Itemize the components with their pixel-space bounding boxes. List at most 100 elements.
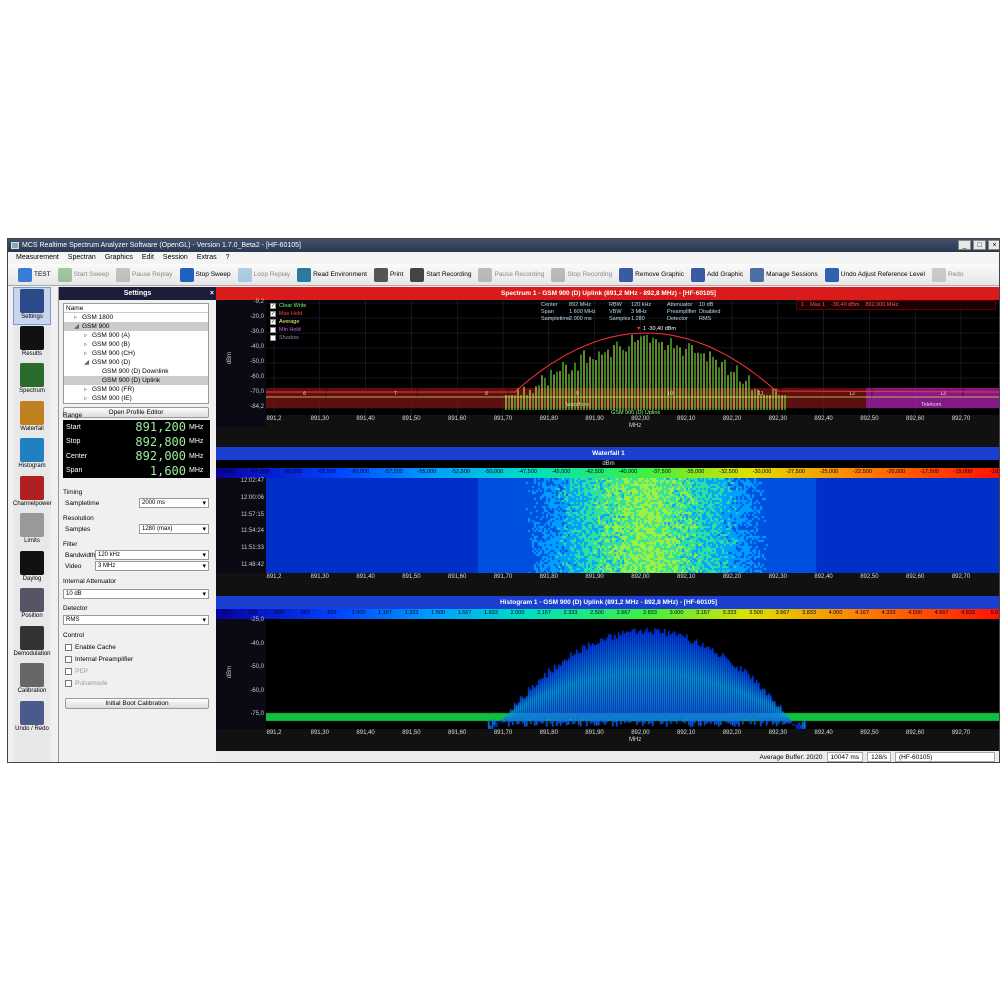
menu-session[interactable]: Session bbox=[163, 252, 188, 264]
sidebar-item-channelpower[interactable]: Channelpower bbox=[13, 475, 51, 513]
menu-graphics[interactable]: Graphics bbox=[105, 252, 133, 264]
tree-item[interactable]: ◢ GSM 900 (D) bbox=[64, 358, 208, 367]
sidebar-item-results[interactable]: Results bbox=[13, 325, 51, 363]
daylog-icon bbox=[20, 551, 44, 575]
sidebar-item-spectrum[interactable]: Spectrum bbox=[13, 362, 51, 400]
info-st_v: 2.000 ms bbox=[569, 316, 609, 323]
read-environment-button[interactable]: Read Environment bbox=[297, 268, 367, 282]
sidebar-item-undo-redo[interactable]: Undo / Redo bbox=[13, 700, 51, 738]
tree-expand-icon[interactable]: ▹ bbox=[84, 394, 92, 403]
checkbox-box bbox=[65, 656, 72, 663]
stop-recording-button[interactable]: Stop Recording bbox=[551, 268, 612, 282]
minimize-button[interactable]: _ bbox=[958, 240, 971, 250]
menu-edit[interactable]: Edit bbox=[142, 252, 154, 264]
sidebar-item-limits[interactable]: Limits bbox=[13, 512, 51, 550]
application-window: MCS Realtime Spectrum Analyzer Software … bbox=[7, 238, 1000, 763]
y-tick: -50,0 bbox=[250, 664, 264, 670]
sidebar-item-position[interactable]: Position bbox=[13, 587, 51, 625]
open-profile-editor-button[interactable]: Open Profile Editor bbox=[63, 407, 209, 418]
menu-spectran[interactable]: Spectran bbox=[68, 252, 96, 264]
start-sweep-button[interactable]: Start Sweep bbox=[58, 268, 109, 282]
tree-expand-icon[interactable]: ▹ bbox=[84, 340, 92, 349]
pep-checkbox[interactable]: PEP bbox=[65, 668, 88, 675]
scale-tick: -70,000 bbox=[217, 469, 236, 475]
checkbox-label: Pulsemode bbox=[75, 680, 108, 687]
undo-adjust-reference-level-button[interactable]: Undo Adjust Reference Level bbox=[825, 268, 925, 282]
range-stop[interactable]: Stop 892,800 MHz bbox=[63, 435, 210, 450]
tree-item[interactable]: GSM 900 (D) Uplink bbox=[64, 376, 208, 385]
tree-item[interactable]: GSM 900 (D) Downlink bbox=[64, 367, 208, 376]
range-span[interactable]: Span 1,600 MHz bbox=[63, 464, 210, 479]
play-icon bbox=[58, 268, 72, 282]
enable-cache-checkbox[interactable]: Enable Cache bbox=[65, 644, 116, 651]
tree-item[interactable]: ▹ GSM 900 (IE) bbox=[64, 394, 208, 403]
add-graphic-button[interactable]: Add Graphic bbox=[691, 268, 743, 282]
stop-sweep-button[interactable]: Stop Sweep bbox=[180, 268, 231, 282]
tree-expand-icon[interactable]: ◢ bbox=[74, 322, 82, 331]
pause-replay-button[interactable]: Pause Replay bbox=[116, 268, 172, 282]
tree-item[interactable]: ▹ GSM 900 (FR) bbox=[64, 385, 208, 394]
manage-sessions-button[interactable]: Manage Sessions bbox=[750, 268, 818, 282]
trace-toggle-max-hold[interactable]: ✓ Max Hold bbox=[270, 310, 306, 318]
trace-toggle-min-hold[interactable]: Min Hold bbox=[270, 326, 306, 334]
tree-expand-icon[interactable]: ▹ bbox=[84, 349, 92, 358]
sidebar-item-demodulation[interactable]: Demodulation bbox=[13, 625, 51, 663]
scale-tick: -15,000 bbox=[954, 469, 973, 475]
tree-item[interactable]: ▹ GSM 900 (A) bbox=[64, 331, 208, 340]
bandwidth-select[interactable]: 120 kHz bbox=[95, 550, 209, 560]
tree-expand-icon[interactable]: ◢ bbox=[84, 358, 92, 367]
trace-toggle-average[interactable]: ✓ Average bbox=[270, 318, 306, 326]
trace-toggle-shadow[interactable]: Shadow bbox=[270, 334, 306, 342]
sidebar-item-settings[interactable]: Settings bbox=[13, 287, 51, 325]
waterfall-plot[interactable] bbox=[266, 478, 1000, 573]
remove-graphic-button[interactable]: Remove Graphic bbox=[619, 268, 684, 282]
sidebar-item-label: Demodulation bbox=[13, 651, 50, 657]
filter-label: Filter bbox=[63, 541, 77, 548]
internal-preamplifier-checkbox[interactable]: Internal Preamplifier bbox=[65, 656, 133, 663]
menu-extras[interactable]: Extras bbox=[197, 252, 217, 264]
sidebar-item-calibration[interactable]: Calibration bbox=[13, 662, 51, 700]
sidebar-item-histogram[interactable]: Histogram bbox=[13, 437, 51, 475]
tree-expand-icon[interactable]: ▹ bbox=[84, 331, 92, 340]
tree-expand-icon[interactable]: ▹ bbox=[84, 385, 92, 394]
tree-expand-icon[interactable]: ▹ bbox=[74, 313, 82, 322]
initial-boot-calibration-button[interactable]: Initial Boot Calibration bbox=[65, 698, 209, 709]
info-det_v: RMS bbox=[699, 316, 729, 323]
range-center[interactable]: Center 892,000 MHz bbox=[63, 449, 210, 464]
loop-replay-button[interactable]: Loop Replay bbox=[238, 268, 291, 282]
x-tick: 892,20 bbox=[723, 574, 741, 580]
test-button[interactable]: TEST bbox=[18, 268, 51, 282]
sidebar-item-waterfall[interactable]: Waterfall bbox=[13, 400, 51, 438]
spectrum-plot[interactable]: 67891011121314VodafoneTelekomGSM 900 (D)… bbox=[266, 300, 1000, 415]
tree-item[interactable]: ▹ GSM 900 (B) bbox=[64, 340, 208, 349]
menu-measurement[interactable]: Measurement bbox=[16, 252, 59, 264]
pause-recording-button[interactable]: Pause Recording bbox=[478, 268, 544, 282]
panel-close-icon[interactable]: × bbox=[210, 287, 214, 300]
start-recording-button[interactable]: Start Recording bbox=[410, 268, 471, 282]
device-select[interactable]: (HF-60105) bbox=[895, 752, 995, 762]
info-samp: Samples bbox=[609, 316, 631, 323]
x-tick: 892,50 bbox=[860, 416, 878, 422]
waterfall-time-axis: 12:02:47 12:00:06 11:57:15 11:54:24 11:51:33… bbox=[216, 478, 266, 573]
histogram-plot[interactable] bbox=[266, 619, 1000, 729]
checkbox-box bbox=[270, 335, 276, 341]
sampletime-select[interactable]: 2000 ms bbox=[139, 498, 209, 508]
video-select[interactable]: 3 MHz bbox=[95, 561, 209, 571]
pulsemode-checkbox[interactable]: Pulsemode bbox=[65, 680, 108, 687]
channel-number: 12 bbox=[849, 391, 855, 397]
trace-toggle-clear-write[interactable]: ✓ Clear Write bbox=[270, 302, 306, 310]
tree-item[interactable]: ▹ GSM 900 (CH) bbox=[64, 349, 208, 358]
sidebar-item-daylog[interactable]: Daylog bbox=[13, 550, 51, 588]
detector-select[interactable]: RMS bbox=[63, 615, 209, 625]
range-start[interactable]: Start 891,200 MHz bbox=[63, 420, 210, 435]
attenuator-select[interactable]: 10 dB bbox=[63, 589, 209, 599]
tree-item[interactable]: ◢ GSM 900 bbox=[64, 322, 208, 331]
print-button[interactable]: Print bbox=[374, 268, 403, 282]
trace-label: Min Hold bbox=[279, 326, 301, 334]
redo-button[interactable]: Redo bbox=[932, 268, 964, 282]
maximize-button[interactable]: □ bbox=[973, 240, 986, 250]
samples-select[interactable]: 1280 (max) bbox=[139, 524, 209, 534]
menu-help[interactable]: ? bbox=[226, 252, 230, 264]
close-button[interactable]: × bbox=[988, 240, 1000, 250]
tree-item[interactable]: ▹ GSM 1800 bbox=[64, 313, 208, 322]
